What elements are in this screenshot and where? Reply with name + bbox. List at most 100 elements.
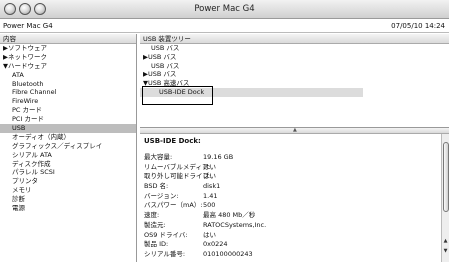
property-row: バージョン: 1.41 bbox=[144, 192, 266, 202]
contents-item[interactable]: 電源 bbox=[0, 204, 136, 213]
machine-name: Power Mac G4 bbox=[3, 22, 53, 30]
usb-tree-item-label: USB-IDE Dock bbox=[159, 87, 205, 96]
contents-item-label: ▶ソフトウェア bbox=[3, 44, 47, 52]
property-label: バージョン: bbox=[144, 191, 179, 200]
property-value: RATOCSystems,Inc. bbox=[203, 220, 267, 229]
property-row: OS9 ドライバ: はい bbox=[144, 231, 266, 241]
property-value: 1.41 bbox=[203, 191, 218, 200]
usb-tree-item[interactable]: USB バス bbox=[140, 62, 449, 71]
contents-list: ▶ソフトウェア ▶ネットワーク ▼ハードウェア ATA Bluetooth Fibre C… bbox=[0, 44, 136, 213]
property-label: シリアル番号: bbox=[144, 249, 186, 258]
splitter-grip-icon[interactable]: ▲ bbox=[293, 127, 297, 133]
window-title: Power Mac G4 bbox=[194, 4, 255, 14]
property-value: 500 bbox=[203, 201, 216, 210]
property-label: 速度: bbox=[144, 211, 160, 220]
usb-tree-item[interactable]: USB バス bbox=[140, 44, 449, 53]
usb-tree-item[interactable]: ▶USB バス bbox=[140, 70, 449, 79]
contents-item[interactable]: ATA bbox=[0, 71, 136, 80]
usb-tree-header-label: USB 装置ツリー bbox=[143, 35, 191, 43]
info-bar: Power Mac G4 07/05/10 14:24 bbox=[0, 19, 449, 33]
contents-item-label: プリンタ bbox=[12, 177, 38, 186]
contents-item-label: 診断 bbox=[12, 195, 25, 204]
contents-item[interactable]: メモリ bbox=[0, 186, 136, 195]
property-label: 最大容量: bbox=[144, 153, 173, 161]
contents-item-label: Bluetooth bbox=[12, 79, 44, 88]
property-value: はい bbox=[203, 162, 216, 171]
contents-item-label: Fibre Channel bbox=[12, 88, 57, 97]
property-row: バスパワー（mA）:500 bbox=[144, 201, 266, 211]
contents-item[interactable]: PCI カード bbox=[0, 115, 136, 124]
property-label: 製造元: bbox=[144, 220, 166, 229]
usb-tree-item[interactable]: ▼USB 高速バス bbox=[140, 79, 449, 88]
contents-item-label: FireWire bbox=[12, 97, 39, 106]
contents-item[interactable]: USB bbox=[0, 124, 136, 133]
usb-tree-item-label: USB バス bbox=[151, 44, 180, 52]
property-label: バスパワー（mA）: bbox=[144, 201, 203, 210]
contents-item-label: PC カード bbox=[12, 106, 43, 115]
usb-tree-item-label: ▼USB 高速バス bbox=[143, 79, 190, 88]
scroll-down-arrow-icon[interactable]: ▼ bbox=[442, 248, 449, 254]
property-row: 製造元: RATOCSystems,Inc. bbox=[144, 221, 266, 231]
contents-item[interactable]: PC カード bbox=[0, 106, 136, 115]
contents-item-label: グラフィックス／ディスプレイ bbox=[12, 141, 103, 150]
usb-tree-item-label: ▶USB バス bbox=[143, 52, 177, 61]
property-value: はい bbox=[203, 172, 216, 181]
detail-pane: USB-IDE Dock: 最大容量: 19.16 GB リムーバブルメディア:はい… bbox=[140, 134, 440, 262]
usb-tree-list: USB バス ▶USB バス USB バス ▶USB バス ▼USB 高速バス USB-I… bbox=[140, 44, 449, 97]
contents-pane[interactable]: 内容 ▶ソフトウェア ▶ネットワーク ▼ハードウェア ATA Bluetooth Fibr… bbox=[0, 34, 137, 262]
contents-item[interactable]: シリアル ATA bbox=[0, 151, 136, 160]
property-label: 製品 ID: bbox=[144, 240, 169, 249]
contents-item[interactable]: FireWire bbox=[0, 97, 136, 106]
contents-item[interactable]: ▼ハードウェア bbox=[0, 62, 136, 71]
scroll-up-arrow-icon[interactable]: ▲ bbox=[442, 238, 449, 244]
contents-item-label: ディスク作成 bbox=[12, 159, 51, 168]
contents-item-label: メモリ bbox=[12, 186, 32, 195]
contents-item-label: PCI カード bbox=[12, 115, 44, 124]
contents-item[interactable]: オーディオ（内蔵） bbox=[0, 133, 136, 142]
property-value: 010100000243 bbox=[203, 249, 253, 258]
contents-item[interactable]: プリンタ bbox=[0, 177, 136, 186]
contents-item-label: パラレル SCSI bbox=[12, 168, 55, 177]
contents-item[interactable]: ▶ネットワーク bbox=[0, 53, 136, 62]
property-value: 0x0224 bbox=[203, 240, 228, 249]
property-value: はい bbox=[203, 230, 216, 239]
contents-item-label: オーディオ（内蔵） bbox=[12, 132, 71, 141]
property-row: 最大容量: 19.16 GB bbox=[144, 153, 266, 163]
property-row: リムーバブルメディア:はい bbox=[144, 163, 266, 173]
contents-item-label: 電源 bbox=[12, 204, 25, 213]
contents-item-label: ▼ハードウェア bbox=[3, 61, 47, 70]
contents-header[interactable]: 内容 bbox=[0, 34, 136, 44]
property-label: OS9 ドライバ: bbox=[144, 230, 188, 239]
usb-tree-item-label: ▶USB バス bbox=[143, 70, 177, 79]
usb-device-tree[interactable]: USB 装置ツリー USB バス ▶USB バス USB バス ▶USB バス ▼USB… bbox=[140, 34, 449, 128]
report-datetime: 07/05/10 14:24 bbox=[391, 22, 445, 30]
contents-item[interactable]: ディスク作成 bbox=[0, 160, 136, 169]
contents-item-label: USB bbox=[12, 124, 26, 133]
detail-properties: 最大容量: 19.16 GB リムーバブルメディア:はい 取り外し可能ドライブ:はい B… bbox=[144, 153, 266, 260]
property-value: disk1 bbox=[203, 182, 221, 191]
usb-tree-item[interactable]: ▶USB バス bbox=[140, 53, 449, 62]
usb-tree-header[interactable]: USB 装置ツリー bbox=[140, 34, 449, 44]
property-row: シリアル番号: 010100000243 bbox=[144, 250, 266, 260]
contents-item[interactable]: グラフィックス／ディスプレイ bbox=[0, 142, 136, 151]
property-value: 最高 480 Mb／秒 bbox=[203, 211, 256, 220]
detail-title: USB-IDE Dock: bbox=[144, 137, 201, 145]
contents-item[interactable]: Bluetooth bbox=[0, 80, 136, 89]
contents-item-label: ▶ネットワーク bbox=[3, 52, 47, 61]
title-bar: Power Mac G4 bbox=[0, 0, 449, 19]
property-row: 速度: 最高 480 Mb／秒 bbox=[144, 211, 266, 221]
property-label: 取り外し可能ドライブ: bbox=[144, 172, 212, 181]
scrollbar-thumb[interactable] bbox=[443, 142, 449, 212]
usb-tree-item[interactable]: USB-IDE Dock bbox=[140, 87, 363, 97]
contents-item[interactable]: Fibre Channel bbox=[0, 88, 136, 97]
property-value: 19.16 GB bbox=[203, 153, 234, 161]
contents-item[interactable]: 診断 bbox=[0, 195, 136, 204]
property-row: 製品 ID: 0x0224 bbox=[144, 240, 266, 250]
contents-item-label: ATA bbox=[12, 70, 24, 79]
contents-item[interactable]: ▶ソフトウェア bbox=[0, 44, 136, 53]
property-row: BSD 名: disk1 bbox=[144, 182, 266, 192]
property-label: リムーバブルメディア: bbox=[144, 162, 211, 171]
detail-scrollbar[interactable]: ▲ ▼ bbox=[441, 134, 449, 262]
property-label: BSD 名: bbox=[144, 182, 169, 191]
property-row: 取り外し可能ドライブ:はい bbox=[144, 172, 266, 182]
